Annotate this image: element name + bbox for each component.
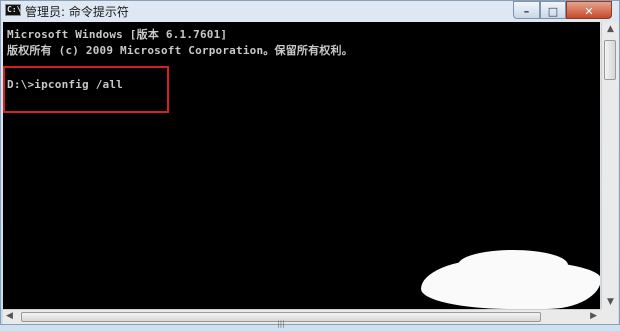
redaction-mark — [421, 259, 600, 309]
cmd-icon-text: C:\ — [7, 5, 22, 14]
command-prompt-window: C:\ 管理员: 命令提示符 – □ ✕ Microsoft Windows [… — [0, 0, 620, 328]
maximize-button[interactable]: □ — [540, 1, 566, 19]
maximize-icon: □ — [547, 5, 559, 18]
scroll-up-icon[interactable]: ▲ — [605, 24, 616, 34]
console-output[interactable]: Microsoft Windows [版本 6.1.7601] 版权所有 (c)… — [3, 22, 600, 309]
scroll-left-icon[interactable]: ◀ — [6, 311, 13, 321]
grip-icon: ||| — [277, 320, 285, 328]
horizontal-scroll-thumb[interactable]: ||| — [21, 312, 541, 328]
cmd-icon: C:\ — [5, 4, 21, 16]
close-icon: ✕ — [584, 5, 594, 18]
scrollbar-corner — [601, 309, 618, 324]
vertical-scroll-thumb[interactable] — [604, 40, 616, 80]
close-button[interactable]: ✕ — [566, 1, 612, 19]
minimize-icon: – — [523, 5, 530, 18]
scroll-right-icon[interactable]: ▶ — [590, 311, 597, 321]
horizontal-scrollbar[interactable]: ◀ ||| ▶ — [3, 309, 601, 328]
minimize-button[interactable]: – — [513, 1, 540, 19]
console-line-copyright: 版权所有 (c) 2009 Microsoft Corporation。保留所有… — [7, 44, 353, 57]
console-line-version: Microsoft Windows [版本 6.1.7601] — [7, 28, 228, 41]
window-title: 管理员: 命令提示符 — [25, 5, 129, 19]
scroll-down-icon[interactable]: ▼ — [605, 297, 616, 307]
title-bar[interactable]: C:\ 管理员: 命令提示符 – □ ✕ — [1, 1, 619, 21]
command-highlight-box — [3, 66, 169, 113]
vertical-scrollbar[interactable]: ▲ ▼ — [601, 22, 618, 309]
